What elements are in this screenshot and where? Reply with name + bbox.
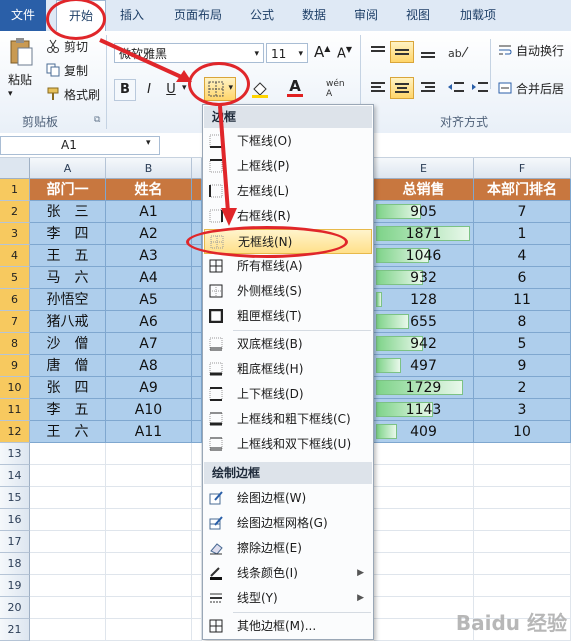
sales-value: 942 [410,336,437,352]
sales-value: 1143 [405,402,442,418]
sales-value: 409 [410,424,437,440]
arrow-head-icon [221,208,237,226]
sales-value: 128 [410,292,437,308]
sales-value: 905 [410,204,437,220]
sales-value: 932 [410,270,437,286]
sales-value: 1729 [405,380,442,396]
annotation-arrows [99,38,237,226]
sales-value: 1871 [405,226,442,242]
watermark-logo: Baidu 经验 [455,611,567,635]
sales-value: 1046 [405,248,442,264]
sales-value: 655 [410,314,437,330]
sales-value: 497 [410,358,437,374]
